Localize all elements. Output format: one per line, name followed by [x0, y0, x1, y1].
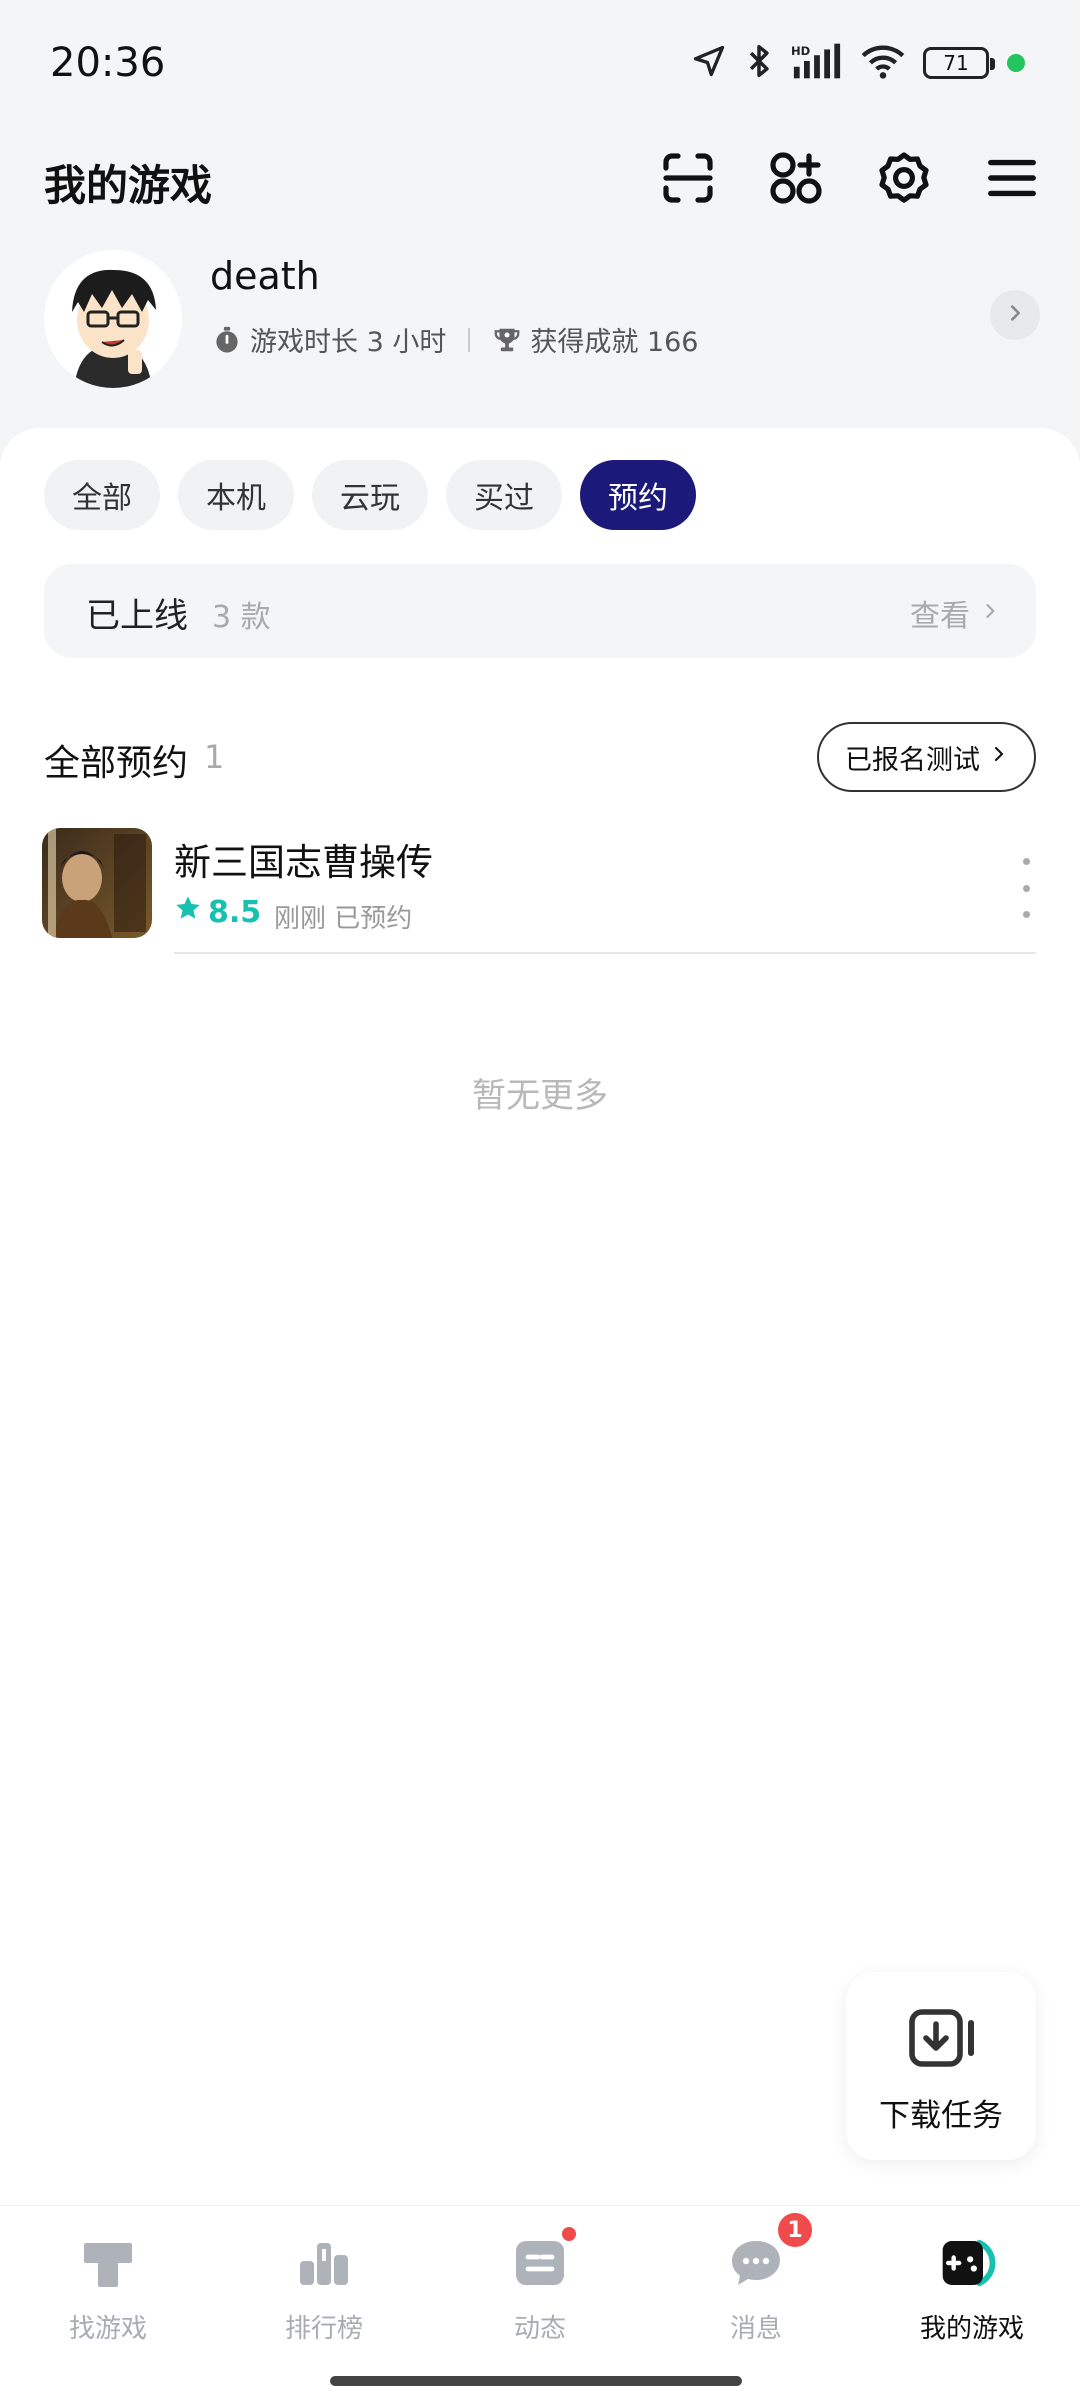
download-tasks-label: 下载任务 [879, 2098, 1003, 2134]
user-name: death [210, 254, 320, 298]
message-icon: 1 [723, 2210, 815, 2296]
game-rating: 8.5 [174, 894, 261, 930]
chip-purchased[interactable]: 买过 [446, 460, 562, 530]
download-icon [908, 2008, 980, 2072]
game-name: 新三国志曹操传 [174, 841, 433, 884]
hd-signal-icon: HD [791, 43, 843, 83]
bluetooth-icon [745, 42, 773, 84]
playtime-text: 游戏时长 3 小时 [250, 327, 447, 358]
bottom-nav: 找游戏 排行榜 动态 1 消息 我的游戏 [0, 2205, 1080, 2403]
my-games-icon [939, 2230, 1005, 2296]
achievements-text: 获得成就 166 [530, 327, 699, 358]
game-icon[interactable] [42, 828, 152, 938]
nav-label: 我的游戏 [919, 2314, 1024, 2344]
page-title: 我的游戏 [44, 161, 213, 210]
message-badge: 1 [775, 2210, 815, 2250]
nav-label: 排行榜 [284, 2314, 363, 2344]
nav-find-games[interactable]: 找游戏 [0, 2206, 216, 2403]
nav-label: 消息 [729, 2314, 782, 2344]
reservations-count: 1 [204, 738, 225, 776]
notification-dot [559, 2224, 579, 2244]
nav-label: 找游戏 [68, 2314, 147, 2344]
no-more-text: 暂无更多 [472, 1076, 608, 1116]
chip-all[interactable]: 全部 [44, 460, 160, 530]
nav-label: 动态 [513, 2314, 566, 2344]
battery-icon: 71 [923, 47, 995, 79]
feed-icon [507, 2224, 579, 2296]
chip-cloud[interactable]: 云玩 [312, 460, 428, 530]
nav-feed[interactable]: 动态 [432, 2206, 648, 2403]
game-meta: 刚刚 已预约 [274, 904, 413, 934]
green-dot [1007, 54, 1025, 72]
chevron-right-icon [980, 596, 1000, 631]
chevron-right-icon [1004, 302, 1026, 328]
header: 我的游戏 [0, 140, 1080, 220]
signup-test-label: 已报名测试 [845, 744, 980, 776]
main-card: 全部 本机 云玩 买过 预约 已上线 3 款 查看 全部预约 1 已报名测试 新… [0, 428, 1080, 2208]
nav-messages[interactable]: 1 消息 [648, 2206, 864, 2403]
stats-divider [468, 327, 471, 352]
status-bar: 20:36 HD 71 [0, 0, 1080, 130]
apps-add-icon[interactable] [768, 150, 824, 206]
nav-my-games[interactable]: 我的游戏 [864, 2206, 1080, 2403]
location-icon [691, 43, 727, 83]
status-icons: HD 71 [691, 42, 1025, 84]
ranking-icon [291, 2230, 357, 2296]
rating-value: 8.5 [208, 894, 262, 930]
profile-card[interactable]: death 游戏时长 3 小时 获得成就 166 [0, 240, 1080, 400]
find-game-icon [75, 2230, 141, 2296]
reservations-title: 全部预约 [44, 743, 189, 784]
chevron-right-icon [990, 742, 1008, 773]
download-tasks-button[interactable]: 下载任务 [846, 1972, 1036, 2160]
online-games-bar[interactable]: 已上线 3 款 查看 [44, 564, 1036, 658]
svg-text:HD: HD [791, 44, 810, 58]
status-time: 20:36 [50, 40, 166, 86]
signup-test-button[interactable]: 已报名测试 [817, 722, 1036, 792]
header-actions [660, 150, 1040, 206]
online-view-link[interactable]: 查看 [910, 591, 1000, 635]
battery-level: 71 [943, 51, 969, 75]
screen: 20:36 HD 71 我的游戏 death 游戏时长 3 小时 获得成就 16… [0, 0, 1080, 2403]
more-options-icon[interactable] [1016, 858, 1036, 918]
chip-local[interactable]: 本机 [178, 460, 294, 530]
profile-arrow-button[interactable] [990, 290, 1040, 340]
wifi-icon [861, 43, 905, 83]
scan-icon[interactable] [660, 150, 716, 206]
avatar[interactable] [44, 250, 182, 388]
filter-chips: 全部 本机 云玩 买过 预约 [44, 460, 696, 530]
user-stats: 游戏时长 3 小时 获得成就 166 [212, 320, 698, 359]
trophy-icon [492, 325, 522, 355]
stopwatch-icon [212, 325, 242, 355]
online-count: 3 款 [212, 600, 271, 635]
settings-icon[interactable] [876, 150, 932, 206]
star-icon [174, 894, 202, 930]
list-item[interactable]: 新三国志曹操传 8.5 刚刚 已预约 [0, 818, 1080, 958]
nav-ranking[interactable]: 排行榜 [216, 2206, 432, 2403]
row-divider [174, 952, 1036, 954]
chip-reserved[interactable]: 预约 [580, 460, 696, 530]
online-title: 已上线 [86, 596, 188, 636]
menu-icon[interactable] [984, 150, 1040, 206]
home-indicator[interactable] [330, 2376, 742, 2386]
online-view-label: 查看 [910, 599, 970, 634]
